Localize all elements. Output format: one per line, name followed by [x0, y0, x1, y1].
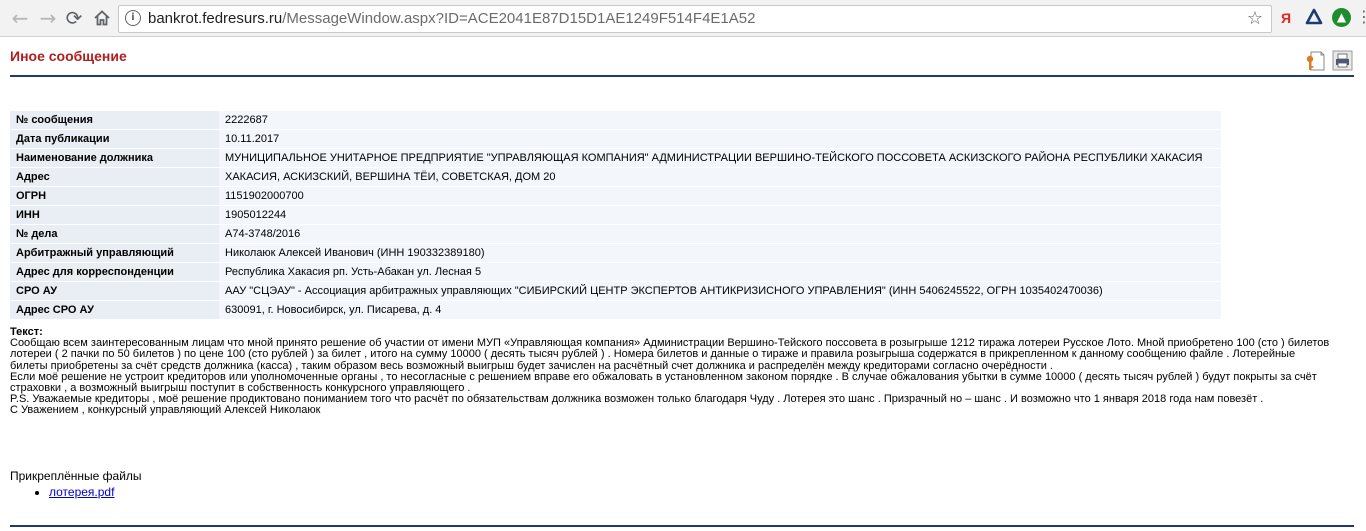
info-icon[interactable]: i	[125, 10, 141, 26]
field-value: МУНИЦИПАЛЬНОЕ УНИТАРНОЕ ПРЕДПРИЯТИЕ "УПР…	[219, 148, 1221, 168]
list-item: лотерея.pdf	[49, 485, 114, 499]
table-row: Дата публикации 10.11.2017	[10, 129, 1221, 149]
field-label: ОГРН	[10, 186, 219, 206]
url-path: /MessageWindow.aspx?ID=ACE2041E87D15D1AE…	[282, 10, 756, 27]
field-label: Наименование должника	[10, 148, 219, 168]
field-value: 10.11.2017	[219, 129, 1221, 149]
extension-delta-icon[interactable]	[1305, 8, 1323, 26]
message-line: С Уважением , конкурсный управляющий Але…	[10, 404, 321, 417]
field-value: ААУ "СЦЭАУ" - Ассоциация арбитражных упр…	[219, 281, 1221, 301]
field-value: ХАКАСИЯ, АСКИЗСКИЙ, ВЕРШИНА ТЁИ, СОВЕТСК…	[219, 167, 1221, 187]
message-line: лотереи ( 2 пачки по 50 билетов ) по цен…	[10, 348, 1296, 361]
browser-toolbar: ← → ⟳ i bankrot.fedresurs.ru/MessageWind…	[0, 0, 1366, 37]
table-row: Арбитражный управляющий Николаюк Алексей …	[10, 243, 1221, 263]
field-label: Дата публикации	[10, 129, 219, 149]
attachments-list: лотерея.pdf	[10, 485, 114, 499]
home-icon[interactable]	[90, 6, 114, 30]
attachment-link[interactable]: лотерея.pdf	[49, 485, 114, 499]
address-bar[interactable]: i bankrot.fedresurs.ru/MessageWindow.asp…	[118, 5, 1272, 33]
field-label: Адрес	[10, 167, 219, 187]
field-label: № дела	[10, 224, 219, 244]
table-row: ОГРН 1151902000700	[10, 186, 1221, 206]
printer-icon[interactable]	[1332, 50, 1353, 71]
attachments-title: Прикреплённые файлы	[10, 469, 142, 483]
table-row: Адрес для корреспонденции Республика Хака…	[10, 262, 1221, 282]
url-text[interactable]: bankrot.fedresurs.ru/MessageWindow.aspx?…	[148, 10, 755, 28]
field-value: А74-3748/2016	[219, 224, 1221, 244]
message-text: Текст: Сообщаю всем заинтересованным лиц…	[10, 326, 1356, 417]
field-label: Адрес для корреспонденции	[10, 262, 219, 282]
field-value: 1151902000700	[219, 186, 1221, 206]
title-divider	[10, 75, 1354, 77]
bottom-divider	[10, 525, 1354, 527]
bookmark-star-icon[interactable]: ☆	[1247, 7, 1263, 31]
forward-arrow-icon[interactable]: →	[36, 6, 60, 30]
table-row: Адрес ХАКАСИЯ, АСКИЗСКИЙ, ВЕРШИНА ТЁИ, СО…	[10, 167, 1221, 187]
table-row: № сообщения 2222687	[10, 108, 1221, 130]
reload-icon[interactable]: ⟳	[62, 6, 86, 30]
field-label: Адрес СРО АУ	[10, 300, 219, 320]
extension-green-icon[interactable]: ▲	[1332, 8, 1351, 27]
field-value: 630091, г. Новосибирск, ул. Писарева, д.…	[219, 300, 1221, 320]
field-label: СРО АУ	[10, 281, 219, 301]
url-host: bankrot.fedresurs.ru	[148, 10, 283, 27]
details-table: № сообщения 2222687 Дата публикации 10.11.2…	[10, 108, 1221, 320]
field-label: ИНН	[10, 205, 219, 225]
document-key-icon[interactable]	[1305, 50, 1327, 72]
page-title: Иное сообщение	[10, 48, 127, 64]
yandex-extension-icon[interactable]: Я	[1277, 9, 1295, 27]
field-value: Николаюк Алексей Иванович (ИНН 190332389…	[219, 243, 1221, 263]
field-value: 2222687	[219, 108, 1221, 130]
field-label: № сообщения	[10, 108, 219, 130]
field-value: Республика Хакасия рп. Усть-Абакан ул. Л…	[219, 262, 1221, 282]
message-body: Сообщаю всем заинтересованным лицам что …	[10, 337, 1356, 417]
menu-dots-icon[interactable]: ⋮	[1356, 7, 1366, 27]
field-label: Арбитражный управляющий	[10, 243, 219, 263]
back-arrow-icon[interactable]: ←	[8, 6, 32, 30]
table-row: Адрес СРО АУ 630091, г. Новосибирск, ул. …	[10, 300, 1221, 320]
field-value: 1905012244	[219, 205, 1221, 225]
table-row: № дела А74-3748/2016	[10, 224, 1221, 244]
table-row: ИНН 1905012244	[10, 205, 1221, 225]
table-row: Наименование должника МУНИЦИПАЛЬНОЕ УНИТА…	[10, 148, 1221, 168]
table-row: СРО АУ ААУ "СЦЭАУ" - Ассоциация арбитражн…	[10, 281, 1221, 301]
